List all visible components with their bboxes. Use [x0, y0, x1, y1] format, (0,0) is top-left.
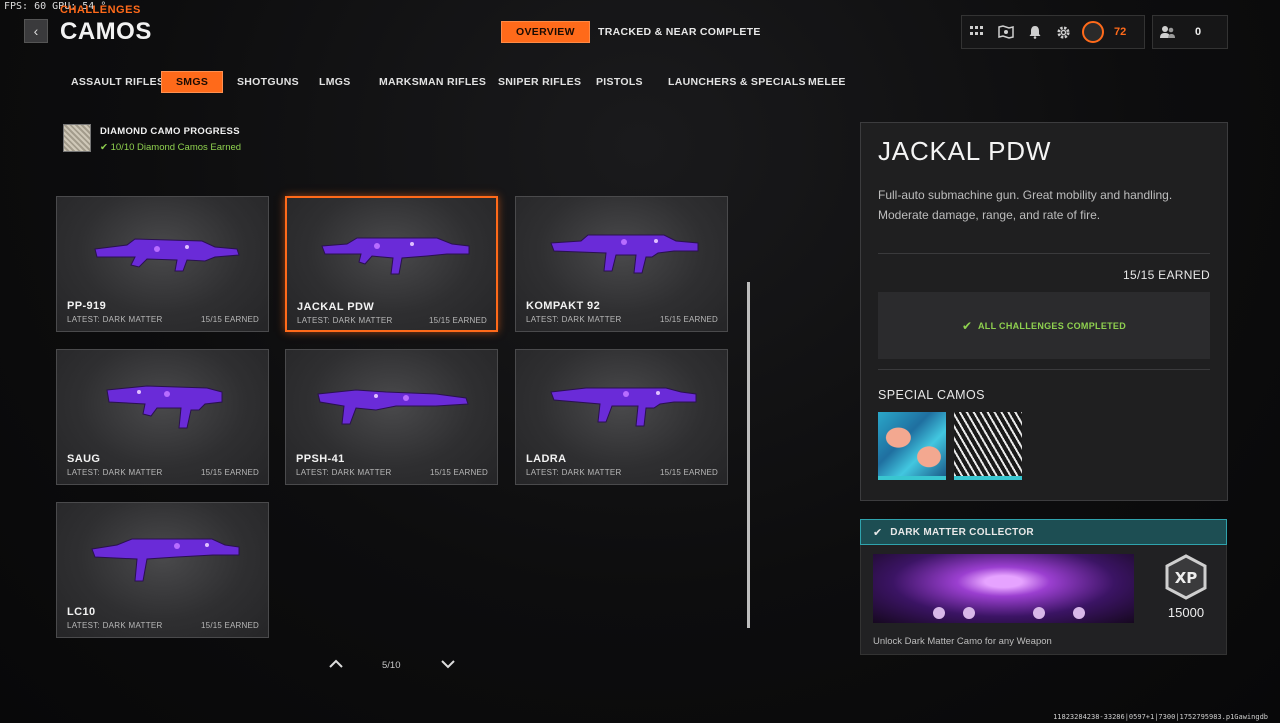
- tab-melee[interactable]: MELEE: [808, 71, 846, 93]
- page-up-button[interactable]: [328, 656, 344, 672]
- weapon-earned-count: 15/15 EARNED: [660, 468, 718, 477]
- reward-title: DARK MATTER COLLECTOR: [890, 526, 1034, 538]
- rank-badge-icon[interactable]: [1082, 21, 1104, 43]
- check-icon: ✔: [100, 142, 111, 153]
- xp-badge-icon: XP: [1165, 554, 1207, 600]
- special-camo-2[interactable]: [954, 412, 1022, 480]
- weapon-card-lc10[interactable]: LC10 LATEST: DARK MATTER 15/15 EARNED: [56, 502, 269, 638]
- skull-icon: [963, 607, 975, 619]
- weapon-name: LC10: [67, 606, 96, 618]
- build-code: 11823284238-33286|0597+1|7300|1752795983…: [1053, 713, 1268, 721]
- tab-pistols[interactable]: PISTOLS: [596, 71, 643, 93]
- divider: [878, 369, 1210, 370]
- weapon-image: [106, 385, 223, 429]
- category-tabs: ASSAULT RIFLES SMGS SHOTGUNS LMGS MARKSM…: [52, 71, 850, 93]
- friends-count: 0: [1195, 26, 1202, 38]
- weapon-card-saug[interactable]: SAUG LATEST: DARK MATTER 15/15 EARNED: [56, 349, 269, 485]
- reward-camo-image: [873, 554, 1134, 623]
- gear-icon[interactable]: [1049, 15, 1078, 49]
- page-indicator: 5/10: [382, 660, 401, 671]
- weapon-latest-camo: LATEST: DARK MATTER: [67, 621, 163, 630]
- details-earned-count: 15/15 EARNED: [1123, 268, 1210, 282]
- tab-overview[interactable]: OVERVIEW: [501, 21, 590, 43]
- weapon-latest-camo: LATEST: DARK MATTER: [526, 315, 622, 324]
- xp-badge-label: XP: [1175, 569, 1198, 587]
- weapon-latest-camo: LATEST: DARK MATTER: [67, 468, 163, 477]
- weapon-image: [550, 387, 697, 427]
- skull-icon: [1033, 607, 1045, 619]
- weapon-earned-count: 15/15 EARNED: [201, 468, 259, 477]
- tab-marksman-rifles[interactable]: MARKSMAN RIFLES: [379, 71, 486, 93]
- weapon-name: PP-919: [67, 300, 107, 312]
- friends-group[interactable]: 0: [1152, 15, 1228, 49]
- weapon-name: JACKAL PDW: [297, 301, 375, 313]
- weapon-name: SAUG: [67, 453, 101, 465]
- map-icon[interactable]: [991, 15, 1020, 49]
- diamond-camo-thumbnail: [63, 124, 91, 152]
- weapon-image: [91, 538, 240, 582]
- weapon-details-panel: JACKAL PDW Full-auto submachine gun. Gre…: [860, 122, 1228, 501]
- weapon-name: LADRA: [526, 453, 567, 465]
- reward-description: Unlock Dark Matter Camo for any Weapon: [873, 636, 1052, 647]
- weapon-image: [94, 238, 240, 272]
- friends-icon[interactable]: [1153, 15, 1183, 49]
- tab-launchers-specials[interactable]: LAUNCHERS & SPECIALS: [668, 71, 806, 93]
- weapon-list-scrollbar[interactable]: [747, 282, 750, 628]
- grid-icon[interactable]: [962, 15, 991, 49]
- special-camo-1[interactable]: [878, 412, 946, 480]
- chevron-up-icon: [329, 659, 343, 668]
- xp-amount: 15000: [1167, 605, 1205, 620]
- weapon-card-ppsh-41[interactable]: PPSH-41 LATEST: DARK MATTER 15/15 EARNED: [285, 349, 498, 485]
- weapon-image: [317, 389, 469, 425]
- weapon-card-kompakt-92[interactable]: KOMPAKT 92 LATEST: DARK MATTER 15/15 EAR…: [515, 196, 728, 332]
- weapon-latest-camo: LATEST: DARK MATTER: [296, 468, 392, 477]
- skull-icon: [933, 607, 945, 619]
- reward-card[interactable]: XP 15000 Unlock Dark Matter Camo for any…: [860, 545, 1227, 655]
- player-rank: 72: [1114, 26, 1127, 38]
- challenges-status-text: ALL CHALLENGES COMPLETED: [978, 320, 1127, 331]
- weapon-earned-count: 15/15 EARNED: [660, 315, 718, 324]
- tab-smgs[interactable]: SMGS: [161, 71, 224, 93]
- weapon-latest-camo: LATEST: DARK MATTER: [526, 468, 622, 477]
- check-icon: ✔: [873, 526, 883, 539]
- weapon-card-pp-919[interactable]: PP-919 LATEST: DARK MATTER 15/15 EARNED: [56, 196, 269, 332]
- special-camos-title: SPECIAL CAMOS: [878, 388, 985, 402]
- tab-assault-rifles[interactable]: ASSAULT RIFLES: [71, 71, 164, 93]
- bell-icon[interactable]: [1020, 15, 1049, 49]
- weapon-name: PPSH-41: [296, 453, 345, 465]
- page-down-button[interactable]: [440, 656, 456, 672]
- weapon-image: [321, 237, 470, 275]
- diamond-progress-title: DIAMOND CAMO PROGRESS: [100, 126, 240, 137]
- tab-tracked-near-complete[interactable]: TRACKED & NEAR COMPLETE: [584, 21, 775, 43]
- weapon-image: [550, 234, 699, 274]
- weapon-card-jackal-pdw[interactable]: JACKAL PDW LATEST: DARK MATTER 15/15 EAR…: [285, 196, 498, 332]
- diamond-progress-subtitle: ✔ 10/10 Diamond Camos Earned: [100, 142, 241, 153]
- weapon-name: KOMPAKT 92: [526, 300, 601, 312]
- back-button[interactable]: ‹: [24, 19, 48, 43]
- weapon-earned-count: 15/15 EARNED: [429, 316, 487, 325]
- chevron-left-icon: ‹: [33, 23, 39, 39]
- weapon-latest-camo: LATEST: DARK MATTER: [67, 315, 163, 324]
- breadcrumb: CHALLENGES: [60, 4, 141, 16]
- weapon-earned-count: 15/15 EARNED: [201, 315, 259, 324]
- page-title: CAMOS: [60, 18, 152, 45]
- reward-header: ✔ DARK MATTER COLLECTOR: [860, 519, 1227, 545]
- tab-shotguns[interactable]: SHOTGUNS: [237, 71, 299, 93]
- weapon-earned-count: 15/15 EARNED: [201, 621, 259, 630]
- weapon-card-ladra[interactable]: LADRA LATEST: DARK MATTER 15/15 EARNED: [515, 349, 728, 485]
- hud-toolbar: 72: [961, 15, 1145, 49]
- details-description: Full-auto submachine gun. Great mobility…: [878, 188, 1173, 222]
- tab-lmgs[interactable]: LMGS: [319, 71, 351, 93]
- tab-sniper-rifles[interactable]: SNIPER RIFLES: [498, 71, 581, 93]
- divider: [878, 253, 1210, 254]
- check-icon: ✔: [961, 318, 972, 333]
- challenges-status-box: ✔ ALL CHALLENGES COMPLETED: [878, 292, 1210, 359]
- chevron-down-icon: [441, 660, 455, 669]
- weapon-latest-camo: LATEST: DARK MATTER: [297, 316, 393, 325]
- details-weapon-name: JACKAL PDW: [878, 136, 1052, 166]
- diamond-progress-text: 10/10 Diamond Camos Earned: [110, 142, 242, 153]
- weapon-earned-count: 15/15 EARNED: [430, 468, 488, 477]
- skull-icon: [1073, 607, 1085, 619]
